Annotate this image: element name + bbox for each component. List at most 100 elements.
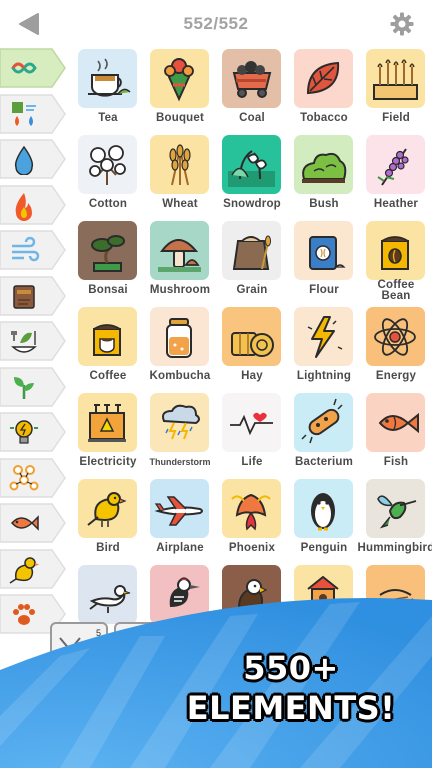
- element-card[interactable]: Hay: [216, 304, 288, 390]
- element-card[interactable]: Bacterium: [288, 390, 360, 476]
- category-tab-energy[interactable]: [0, 412, 66, 452]
- element-label: Life: [241, 456, 263, 468]
- category-tab-fire[interactable]: [0, 184, 66, 225]
- category-tab-earth[interactable]: [0, 275, 66, 316]
- coal-cart-icon: [232, 61, 272, 98]
- category-tab-four-elements[interactable]: [0, 93, 66, 134]
- element-card[interactable]: Bush: [288, 132, 360, 218]
- category-tab-fish[interactable]: [0, 503, 66, 543]
- earth-icon: [13, 284, 35, 309]
- element-card[interactable]: Heather: [360, 132, 432, 218]
- element-card[interactable]: Electricity: [72, 390, 144, 476]
- element-card[interactable]: Phoenix: [216, 476, 288, 562]
- category-tab-molecule[interactable]: [0, 457, 66, 498]
- element-card[interactable]: Wheat: [144, 132, 216, 218]
- element-label: Bush: [309, 198, 339, 210]
- element-card[interactable]: Coffee Bean: [360, 218, 432, 304]
- grain-sack-icon: [232, 235, 271, 270]
- thunderstorm-icon: [162, 404, 200, 440]
- element-tile[interactable]: [150, 479, 209, 538]
- element-tile[interactable]: [294, 307, 353, 366]
- element-tile[interactable]: [150, 221, 209, 280]
- element-label: Flour: [309, 284, 339, 296]
- element-card[interactable]: Tea: [72, 46, 144, 132]
- category-tab-plant[interactable]: [0, 366, 66, 407]
- coffee-bag-icon: [381, 236, 409, 270]
- element-tile[interactable]: [294, 221, 353, 280]
- infinity-icon: [11, 62, 37, 74]
- element-label: Hummingbird: [357, 542, 432, 554]
- element-card[interactable]: Penguin: [288, 476, 360, 562]
- element-tile[interactable]: [150, 307, 209, 366]
- bacterium-icon: [301, 398, 343, 444]
- element-card[interactable]: Energy: [360, 304, 432, 390]
- snowdrop-icon: [228, 150, 275, 187]
- element-tile[interactable]: [294, 49, 353, 108]
- element-card[interactable]: Grain: [216, 218, 288, 304]
- element-tile[interactable]: [366, 221, 425, 280]
- element-tile[interactable]: [78, 135, 137, 194]
- element-tile[interactable]: [150, 49, 209, 108]
- element-tile[interactable]: [222, 479, 281, 538]
- element-card[interactable]: Lightning: [288, 304, 360, 390]
- element-label: Bonsai: [88, 284, 128, 296]
- element-tile[interactable]: [366, 393, 425, 452]
- element-card[interactable]: Coal: [216, 46, 288, 132]
- gear-icon[interactable]: [390, 12, 414, 36]
- element-card[interactable]: Snowdrop: [216, 132, 288, 218]
- element-card[interactable]: Flour: [288, 218, 360, 304]
- element-label: Lightning: [296, 370, 352, 382]
- element-card[interactable]: Tobacco: [288, 46, 360, 132]
- top-bar: 552/552: [0, 0, 432, 46]
- element-tile[interactable]: [78, 307, 137, 366]
- element-tile[interactable]: [366, 479, 425, 538]
- heartbeat-icon: [230, 412, 273, 436]
- element-tile[interactable]: [150, 135, 209, 194]
- element-card[interactable]: Field: [360, 46, 432, 132]
- element-tile[interactable]: [222, 135, 281, 194]
- element-tile[interactable]: [366, 135, 425, 194]
- element-tile[interactable]: [78, 221, 137, 280]
- element-card[interactable]: Bird: [72, 476, 144, 562]
- element-label: Cotton: [88, 198, 128, 210]
- heather-icon: [377, 148, 409, 186]
- element-tile[interactable]: [78, 49, 137, 108]
- element-card[interactable]: Hummingbird: [358, 476, 432, 562]
- category-tab-water-drop[interactable]: [0, 139, 66, 179]
- element-tile[interactable]: [222, 221, 281, 280]
- element-tile[interactable]: [150, 393, 209, 452]
- element-tile[interactable]: [294, 135, 353, 194]
- element-tile[interactable]: [78, 479, 137, 538]
- element-tile[interactable]: [222, 49, 281, 108]
- element-tile[interactable]: [78, 393, 137, 452]
- wind-icon: [12, 236, 40, 262]
- element-tile[interactable]: [294, 479, 353, 538]
- element-card[interactable]: Coffee: [72, 304, 144, 390]
- element-tile[interactable]: [294, 393, 353, 452]
- element-card[interactable]: Fish: [360, 390, 432, 476]
- bird-icon: [9, 556, 39, 584]
- element-label: Energy: [375, 370, 417, 382]
- category-tab-food[interactable]: [0, 321, 66, 361]
- element-tile[interactable]: [366, 307, 425, 366]
- element-card[interactable]: Life: [216, 390, 288, 476]
- category-tab-infinity[interactable]: [0, 48, 66, 88]
- element-tile[interactable]: [222, 393, 281, 452]
- element-card[interactable]: Mushroom: [144, 218, 216, 304]
- element-grid: Tea Bouquet Coal Tobacco Field Cotton Wheat Sno…: [72, 46, 432, 626]
- category-tab-wind[interactable]: [0, 230, 66, 270]
- element-label: Fish: [383, 456, 409, 468]
- element-label: Phoenix: [228, 542, 276, 554]
- phoenix-icon: [231, 493, 271, 531]
- element-card[interactable]: Bonsai: [72, 218, 144, 304]
- mushroom-icon: [158, 239, 201, 272]
- element-card[interactable]: Thunderstorm: [144, 390, 216, 476]
- element-tile[interactable]: [366, 49, 425, 108]
- element-card[interactable]: Kombucha: [144, 304, 216, 390]
- element-card[interactable]: Bouquet: [144, 46, 216, 132]
- element-card[interactable]: Airplane: [144, 476, 216, 562]
- category-tab-bird[interactable]: [0, 548, 66, 589]
- element-card[interactable]: Cotton: [72, 132, 144, 218]
- element-label: Tea: [98, 112, 118, 124]
- element-tile[interactable]: [222, 307, 281, 366]
